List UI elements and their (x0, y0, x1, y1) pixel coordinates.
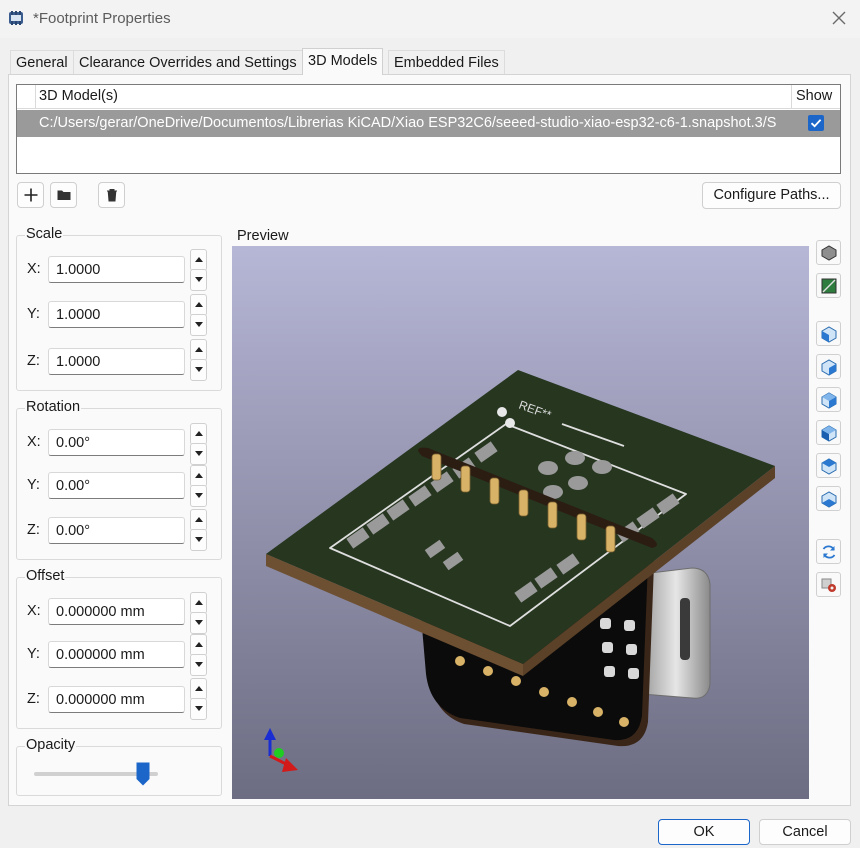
scale-x-increment-button[interactable] (190, 249, 207, 271)
table-row[interactable]: C:/Users/gerar/OneDrive/Documentos/Libre… (17, 110, 840, 137)
close-icon[interactable] (830, 9, 848, 27)
rotation-z-label: Z: (27, 522, 40, 538)
offset-group: Offset X: 0.000000 mm Y: 0.000000 mm Z: … (16, 568, 222, 729)
scale-x-decrement-button[interactable] (190, 269, 207, 291)
reload-preview-button[interactable] (816, 539, 841, 564)
view-front-button[interactable] (816, 321, 841, 346)
rotation-y-increment-button[interactable] (190, 465, 207, 487)
models-table-header: 3D Model(s) Show (17, 85, 840, 109)
offset-y-input[interactable]: 0.000000 mm (48, 641, 185, 668)
tab-3d-models[interactable]: 3D Models (302, 48, 384, 75)
show-checkbox[interactable] (808, 115, 824, 131)
title-bar: *Footprint Properties (0, 0, 860, 38)
view-right-icon (821, 425, 837, 442)
refresh-icon (822, 545, 836, 559)
offset-z-input[interactable]: 0.000000 mm (48, 686, 185, 713)
rotation-z-input[interactable]: 0.00° (48, 517, 185, 544)
scale-y-label: Y: (27, 306, 40, 322)
trash-icon (107, 189, 117, 202)
rotation-z-increment-button[interactable] (190, 509, 207, 531)
preview-label: Preview (237, 228, 289, 244)
rotation-x-increment-button[interactable] (190, 423, 207, 445)
offset-y-label: Y: (27, 646, 40, 662)
rotation-title: Rotation (25, 399, 82, 415)
rotation-x-decrement-button[interactable] (190, 443, 207, 465)
scale-y-decrement-button[interactable] (190, 314, 207, 336)
tab-clearance-overrides[interactable]: Clearance Overrides and Settings (73, 50, 303, 74)
view-front-icon (821, 326, 837, 343)
browse-model-button[interactable] (50, 182, 77, 208)
3d-preview-canvas[interactable]: REF** (232, 246, 809, 799)
models-table[interactable]: 3D Model(s) Show C:/Users/gerar/OneDrive… (16, 84, 841, 174)
scale-group: Scale X: 1.0000 Y: 1.0000 Z: 1.0000 (16, 226, 222, 391)
scale-y-input[interactable]: 1.0000 (48, 301, 185, 328)
opacity-slider-thumb[interactable] (136, 762, 150, 786)
column-header-model[interactable]: 3D Model(s) (39, 88, 118, 104)
view-bottom-button[interactable] (816, 486, 841, 511)
scale-x-label: X: (27, 261, 41, 277)
offset-x-increment-button[interactable] (190, 592, 207, 614)
scale-z-decrement-button[interactable] (190, 359, 207, 381)
scale-y-increment-button[interactable] (190, 294, 207, 316)
row-header-corner (17, 85, 36, 109)
configure-paths-button[interactable]: Configure Paths... (702, 182, 841, 209)
offset-z-label: Z: (27, 691, 40, 707)
rotation-x-input[interactable]: 0.00° (48, 429, 185, 456)
column-header-show[interactable]: Show (791, 85, 840, 109)
view-bottom-icon (821, 491, 837, 508)
window-title: *Footprint Properties (33, 10, 171, 27)
rotation-x-label: X: (27, 434, 41, 450)
model-path-cell[interactable]: C:/Users/gerar/OneDrive/Documentos/Libre… (39, 115, 791, 131)
ok-button[interactable]: OK (658, 819, 750, 845)
scale-title: Scale (25, 226, 64, 242)
offset-x-label: X: (27, 603, 41, 619)
cancel-button[interactable]: Cancel (759, 819, 851, 845)
rotation-group: Rotation X: 0.00° Y: 0.00° Z: 0.00° (16, 399, 222, 560)
view-top-icon (821, 458, 837, 475)
toggle-bounding-box-button[interactable] (816, 273, 841, 298)
folder-icon (57, 190, 71, 200)
offset-z-increment-button[interactable] (190, 678, 207, 700)
kicad-footprint-app-icon (9, 11, 23, 25)
view-top-button[interactable] (816, 453, 841, 478)
opacity-title: Opacity (25, 737, 77, 753)
view-back-button[interactable] (816, 354, 841, 379)
scale-z-label: Z: (27, 353, 40, 369)
view-back-icon (821, 359, 837, 376)
opacity-group: Opacity (16, 737, 222, 796)
rotation-z-decrement-button[interactable] (190, 529, 207, 551)
offset-y-decrement-button[interactable] (190, 654, 207, 676)
delete-model-button[interactable] (98, 182, 125, 208)
rotation-y-label: Y: (27, 477, 40, 493)
offset-z-decrement-button[interactable] (190, 698, 207, 720)
add-model-button[interactable] (17, 182, 44, 208)
scale-x-input[interactable]: 1.0000 (48, 256, 185, 283)
board-body-icon (821, 245, 837, 261)
tab-general[interactable]: General (10, 50, 74, 74)
offset-x-input[interactable]: 0.000000 mm (48, 598, 185, 625)
preview-settings-button[interactable] (816, 572, 841, 597)
view-right-button[interactable] (816, 420, 841, 445)
scale-z-increment-button[interactable] (190, 339, 207, 361)
plus-icon (24, 188, 38, 202)
view-left-icon (821, 392, 837, 409)
offset-title: Offset (25, 568, 66, 584)
rotation-y-input[interactable]: 0.00° (48, 472, 185, 499)
checkmark-icon (810, 119, 822, 128)
offset-x-decrement-button[interactable] (190, 612, 207, 634)
bounding-box-icon (821, 278, 837, 294)
tab-embedded-files[interactable]: Embedded Files (388, 50, 505, 74)
view-left-button[interactable] (816, 387, 841, 412)
rotation-y-decrement-button[interactable] (190, 485, 207, 507)
offset-y-increment-button[interactable] (190, 634, 207, 656)
scale-z-input[interactable]: 1.0000 (48, 348, 185, 375)
toggle-board-body-button[interactable] (816, 240, 841, 265)
gear-icon (821, 578, 836, 592)
